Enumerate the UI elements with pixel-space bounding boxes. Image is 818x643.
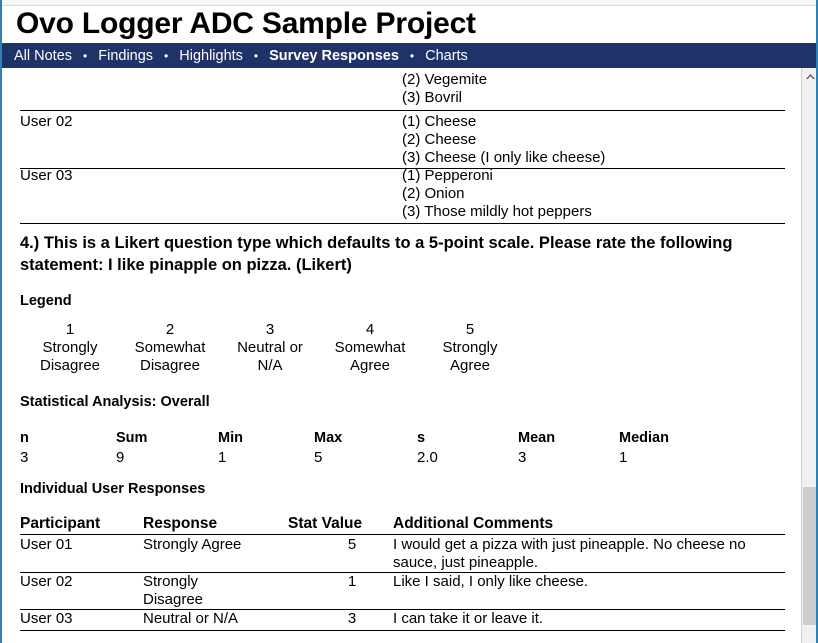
table-cell-answer: (2) Vegemite [402,71,488,88]
table-cell-answer: (3) Cheese (I only like cheese) [402,149,606,166]
legend-label-line1: Strongly [442,339,498,356]
response-value: Neutral or N/A [143,610,239,627]
stat-value-max: 5 [314,449,323,466]
legend-item-4: 4 Somewhat Agree [320,321,420,375]
nav-item-survey-responses[interactable]: Survey Responses [269,48,399,64]
stat-value-median: 1 [619,449,628,466]
legend-value: 4 [365,321,375,338]
response-value: Strongly [143,573,199,590]
nav-separator: • [83,48,88,63]
response-comment: I can take it or leave it. [393,610,544,627]
question-heading: 4.) This is a Likert question type which… [20,234,733,274]
table-cell-answer: (3) Bovril [402,89,463,106]
stat-value-n: 3 [20,449,29,466]
stat-header-median: Median [619,430,669,446]
response-participant: User 03 [20,610,73,627]
response-value-line2: Disagree [143,591,204,608]
response-participant: User 02 [20,573,73,590]
response-value: Strongly Agree [143,536,242,553]
stat-value-mean: 3 [518,449,527,466]
table-cell-participant: User 03 [20,167,73,184]
legend-value: 1 [65,321,75,338]
stat-header-mean: Mean [518,430,556,446]
nav-item-findings[interactable]: Findings [98,48,153,64]
legend-value: 2 [165,321,175,338]
legend-label-line2: Agree [449,357,491,374]
response-stat-value: 1 [347,573,357,590]
stat-value-min: 1 [218,449,227,466]
nav-separator: • [409,48,415,63]
response-comment: I would get a pizza with just pineapple.… [393,536,746,571]
response-participant: User 01 [20,536,73,553]
legend-value: 3 [265,321,275,338]
legend-item-5: 5 Strongly Agree [420,321,520,375]
responses-header-stat-value: Stat Value [288,515,363,532]
responses-header-divider [20,534,785,535]
stat-header-n: n [20,430,29,446]
responses-header-comments: Additional Comments [393,515,554,532]
nav-item-all-notes[interactable]: All Notes [14,48,72,64]
app-window: Ovo Logger ADC Sample Project All Notes … [0,0,818,643]
nav-separator: • [253,48,259,63]
legend-label-line1: Strongly [42,339,98,356]
legend-label-line2: Agree [349,357,391,374]
table-cell-answer: (2) Onion [402,185,465,202]
response-comment: Like I said, I only like cheese. [393,573,589,590]
title-bar: Ovo Logger ADC Sample Project [2,6,818,43]
legend-title: Legend [20,293,72,309]
legend-scale: 1 Strongly Disagree 2 Somewhat Disagree … [20,321,540,375]
main-navigation: All Notes • Findings • Highlights • Surv… [2,43,818,68]
legend-label-line2: Disagree [39,357,101,374]
legend-label-line1: Somewhat [334,339,406,356]
legend-item-3: 3 Neutral or N/A [220,321,320,375]
chevron-up-icon [805,74,815,79]
stat-header-s: s [417,430,426,446]
page-title: Ovo Logger ADC Sample Project [16,7,476,40]
legend-label-line2: Disagree [139,357,201,374]
responses-header-participant: Participant [20,515,101,532]
statistics-title: Statistical Analysis: Overall [20,394,210,410]
stat-header-sum: Sum [116,430,148,446]
nav-item-highlights[interactable]: Highlights [179,48,243,64]
nav-item-charts[interactable]: Charts [425,48,468,64]
response-stat-value: 5 [347,536,357,553]
table-cell-answer: (2) Cheese [402,131,477,148]
responses-table-bottom-border [20,630,785,631]
legend-value: 5 [465,321,475,338]
stat-header-max: Max [314,430,343,446]
legend-label-line1: Neutral or [237,339,303,356]
responses-title: Individual User Responses [20,481,206,497]
responses-header-response: Response [143,515,218,532]
table-row-divider [20,110,785,111]
response-stat-value: 3 [347,610,357,627]
legend-label-line2: N/A [257,357,283,374]
stat-header-min: Min [218,430,243,446]
stat-value-sum: 9 [116,449,125,466]
table-cell-answer: (1) Pepperoni [402,167,493,184]
legend-item-1: 1 Strongly Disagree [20,321,120,375]
table-cell-participant: User 02 [20,113,73,130]
nav-separator: • [164,48,169,63]
table-cell-answer: (1) Cheese [402,113,477,130]
legend-label-line1: Somewhat [134,339,206,356]
content-area: (2) Vegemite (3) Bovril User 02 (1) Chee… [2,68,803,643]
table-bottom-border [20,223,785,224]
stat-value-s: 2.0 [417,449,438,466]
legend-item-2: 2 Somewhat Disagree [120,321,220,375]
table-cell-answer: (3) Those mildly hot peppers [402,203,592,220]
